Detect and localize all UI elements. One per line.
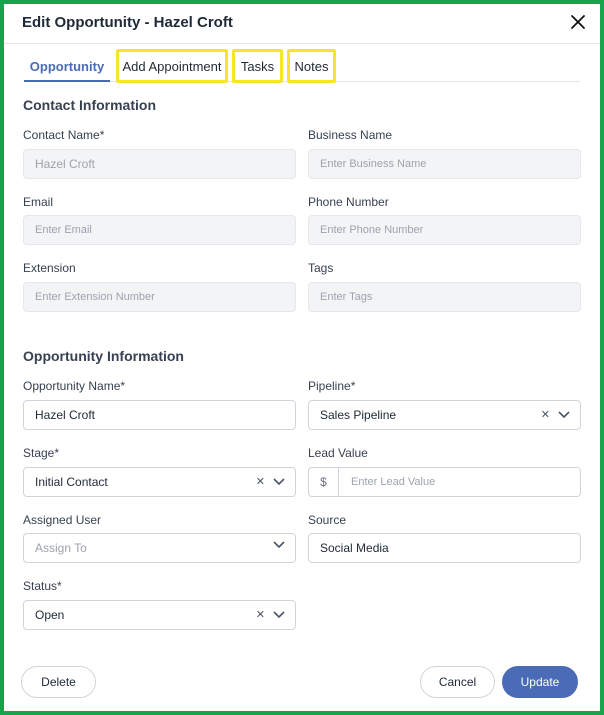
chevron-down-icon[interactable] bbox=[558, 410, 570, 419]
pipeline-value: Sales Pipeline bbox=[320, 408, 397, 422]
assigned-user-placeholder: Assign To bbox=[35, 541, 87, 555]
extension-placeholder: Enter Extension Number bbox=[35, 291, 155, 303]
tags-placeholder: Enter Tags bbox=[320, 291, 373, 303]
tab-add-appointment[interactable]: Add Appointment bbox=[116, 49, 228, 83]
contact-section-title: Contact Information bbox=[23, 97, 156, 113]
tab-notes[interactable]: Notes bbox=[287, 49, 336, 83]
status-select[interactable]: Open ✕ bbox=[23, 600, 296, 630]
update-button[interactable]: Update bbox=[502, 666, 578, 698]
source-input[interactable]: Social Media bbox=[308, 533, 581, 563]
phone-label: Phone Number bbox=[308, 195, 389, 209]
business-name-field[interactable]: Enter Business Name bbox=[308, 149, 581, 179]
stage-label: Stage* bbox=[23, 446, 60, 460]
opportunity-name-label: Opportunity Name* bbox=[23, 379, 126, 393]
status-label: Status* bbox=[23, 579, 62, 593]
clear-icon[interactable]: ✕ bbox=[256, 608, 265, 621]
extension-field[interactable]: Enter Extension Number bbox=[23, 282, 296, 312]
pipeline-select[interactable]: Sales Pipeline ✕ bbox=[308, 400, 581, 430]
email-field[interactable]: Enter Email bbox=[23, 215, 296, 245]
email-placeholder: Enter Email bbox=[35, 224, 92, 236]
business-name-label: Business Name bbox=[308, 128, 393, 142]
stage-value: Initial Contact bbox=[35, 475, 108, 489]
clear-icon[interactable]: ✕ bbox=[541, 408, 550, 421]
pipeline-label: Pipeline* bbox=[308, 379, 356, 393]
contact-name-value: Hazel Croft bbox=[35, 157, 96, 171]
contact-name-field[interactable]: Hazel Croft bbox=[23, 149, 296, 179]
chevron-down-icon[interactable] bbox=[273, 541, 285, 549]
tags-field[interactable]: Enter Tags bbox=[308, 282, 581, 312]
extension-label: Extension bbox=[23, 261, 76, 275]
tab-tasks[interactable]: Tasks bbox=[232, 49, 283, 83]
tab-bar: Opportunity Add Appointment Tasks Notes bbox=[24, 49, 580, 83]
opportunity-name-value: Hazel Croft bbox=[35, 408, 96, 422]
stage-select[interactable]: Initial Contact ✕ bbox=[23, 467, 296, 497]
lead-value-label: Lead Value bbox=[308, 446, 368, 460]
status-value: Open bbox=[35, 608, 65, 622]
currency-prefix: $ bbox=[309, 468, 339, 496]
modal-header: Edit Opportunity - Hazel Croft bbox=[4, 4, 600, 44]
source-label: Source bbox=[308, 513, 347, 527]
chevron-down-icon[interactable] bbox=[273, 610, 285, 619]
assigned-user-select[interactable]: Assign To bbox=[23, 533, 296, 563]
opportunity-name-input[interactable]: Hazel Croft bbox=[23, 400, 296, 430]
delete-button[interactable]: Delete bbox=[21, 666, 96, 698]
business-name-placeholder: Enter Business Name bbox=[320, 158, 427, 170]
cancel-button[interactable]: Cancel bbox=[420, 666, 495, 698]
modal-frame: Edit Opportunity - Hazel Croft Opportuni… bbox=[0, 0, 604, 715]
chevron-down-icon[interactable] bbox=[273, 477, 285, 486]
contact-name-label: Contact Name* bbox=[23, 128, 105, 142]
close-icon[interactable] bbox=[566, 10, 590, 34]
tab-opportunity[interactable]: Opportunity bbox=[24, 52, 110, 82]
modal-title: Edit Opportunity - Hazel Croft bbox=[22, 14, 233, 31]
source-value: Social Media bbox=[320, 541, 389, 555]
tags-label: Tags bbox=[308, 261, 334, 275]
phone-field[interactable]: Enter Phone Number bbox=[308, 215, 581, 245]
email-label: Email bbox=[23, 195, 54, 209]
assigned-user-label: Assigned User bbox=[23, 513, 102, 527]
lead-value-input[interactable]: $ Enter Lead Value bbox=[308, 467, 581, 497]
clear-icon[interactable]: ✕ bbox=[256, 475, 265, 488]
opportunity-section-title: Opportunity Information bbox=[23, 348, 184, 364]
phone-placeholder: Enter Phone Number bbox=[320, 224, 424, 236]
lead-value-placeholder: Enter Lead Value bbox=[351, 476, 436, 488]
